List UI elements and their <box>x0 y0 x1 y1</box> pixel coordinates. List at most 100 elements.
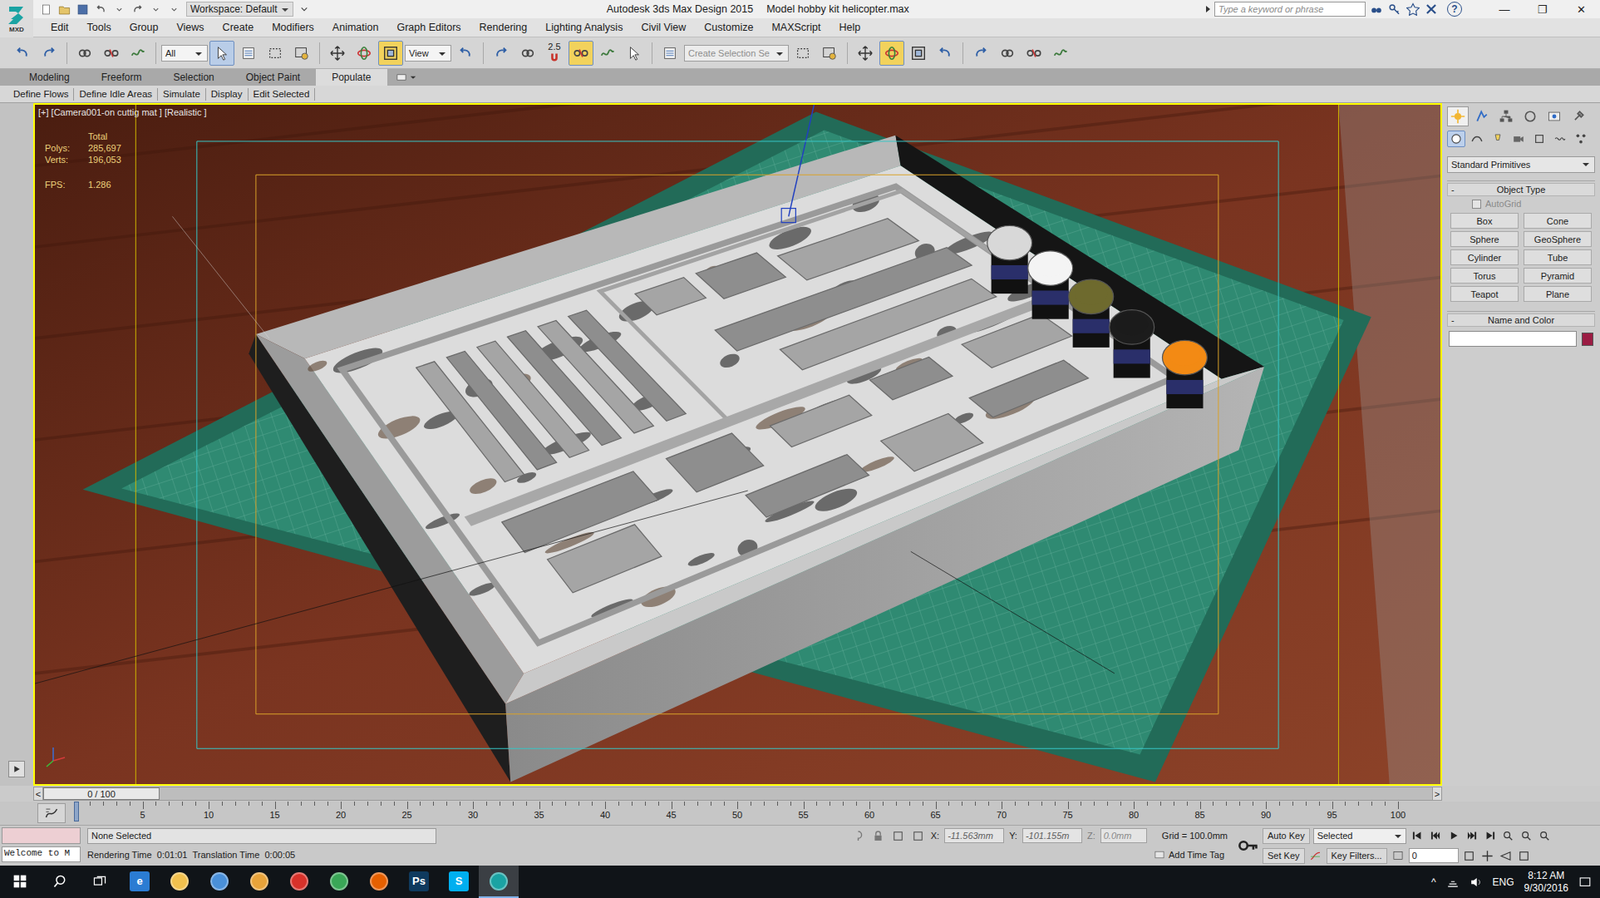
toolbar-dropdown[interactable]: View <box>404 44 452 62</box>
taskbar-app[interactable]: e <box>119 865 160 898</box>
object-type-button[interactable]: Cylinder <box>1450 249 1519 266</box>
viewport-nav-button[interactable] <box>1480 847 1496 863</box>
toolbar-button[interactable] <box>324 40 350 66</box>
toolbar-button[interactable] <box>968 40 994 66</box>
set-key-button[interactable]: Set Key <box>1262 847 1305 864</box>
key-filters-button[interactable]: Key Filters... <box>1326 847 1388 864</box>
object-type-button[interactable]: Box <box>1450 212 1519 229</box>
toolbar-button[interactable] <box>452 40 478 66</box>
quick-access-button[interactable] <box>38 1 54 17</box>
toolbar-button[interactable] <box>262 40 288 66</box>
quick-access-button[interactable] <box>147 1 163 17</box>
tray-chevron[interactable]: ^ <box>1431 876 1437 888</box>
menu-item[interactable]: Lighting Analysis <box>536 19 632 36</box>
ribbon-tab[interactable]: Selection <box>157 68 230 86</box>
toolbar-button[interactable] <box>790 40 816 66</box>
object-type-button[interactable]: Tube <box>1523 249 1592 266</box>
toolbar-button[interactable] <box>289 40 315 66</box>
playback-button[interactable] <box>1409 827 1425 843</box>
status-toggle[interactable] <box>851 827 867 843</box>
name-input[interactable] <box>1448 330 1577 347</box>
listener-output[interactable]: Welcome to M <box>1 846 81 862</box>
menu-item[interactable]: Animation <box>323 19 389 36</box>
viewport-layout-button[interactable] <box>8 760 25 778</box>
quick-access-button[interactable] <box>56 1 72 17</box>
x-field[interactable]: -11.563mm <box>944 827 1005 843</box>
status-toggle[interactable] <box>910 827 926 843</box>
quick-access-button[interactable] <box>166 1 182 17</box>
z-field[interactable]: 0.0mm <box>1100 827 1148 843</box>
category-button[interactable] <box>1509 130 1528 148</box>
ribbon-tab[interactable]: Object Paint <box>230 68 316 86</box>
listener-input[interactable] <box>1 827 81 844</box>
ribbon-item[interactable]: Define Flows <box>8 88 74 101</box>
category-button[interactable] <box>1488 130 1507 148</box>
ribbon-item[interactable]: Simulate <box>157 88 207 101</box>
toolbar-button[interactable] <box>9 40 35 66</box>
taskbar-app[interactable] <box>319 865 360 898</box>
toolbar-button[interactable] <box>905 40 931 66</box>
time-slider-thumb[interactable]: 0 / 100 <box>43 787 160 800</box>
ribbon-item[interactable]: Display <box>206 88 249 101</box>
navigation-button[interactable] <box>1501 827 1517 843</box>
toolbar-button[interactable] <box>72 40 98 66</box>
workspace-dropdown[interactable]: Workspace: Default <box>186 1 294 17</box>
status-toggle[interactable] <box>891 827 906 843</box>
minimize-button[interactable]: — <box>1485 0 1524 19</box>
menu-item[interactable]: Group <box>120 19 168 36</box>
toolbar-dropdown[interactable]: All <box>161 44 208 62</box>
viewport-label[interactable]: [+] [Camera001-on cuttig mat ] [Realisti… <box>38 107 207 118</box>
time-prev-button[interactable]: < <box>33 786 44 801</box>
primitive-type-dropdown[interactable]: Standard Primitives <box>1447 156 1596 173</box>
task-view-button[interactable] <box>79 865 120 898</box>
help-button[interactable]: ? <box>1447 1 1463 17</box>
viewport-nav-button[interactable] <box>1498 847 1514 863</box>
clock[interactable]: 8:12 AM9/30/2016 <box>1524 869 1569 895</box>
toolbar-button[interactable] <box>351 40 377 66</box>
rollout-header[interactable]: -Object Type <box>1447 182 1596 197</box>
object-type-button[interactable]: Sphere <box>1450 231 1519 247</box>
toolbar-options-button[interactable] <box>296 1 312 17</box>
restore-button[interactable]: ❐ <box>1523 0 1562 19</box>
menu-item[interactable]: Modifiers <box>262 19 324 36</box>
menu-item[interactable]: Tools <box>78 19 121 36</box>
taskbar-app[interactable] <box>199 865 240 898</box>
app-logo[interactable]: MXD <box>0 0 34 38</box>
add-time-tag-button[interactable]: Add Time Tag <box>1150 846 1228 862</box>
toolbar-button[interactable] <box>621 40 647 66</box>
quick-access-button[interactable] <box>74 1 90 17</box>
menu-item[interactable]: Edit <box>41 19 79 36</box>
menu-item[interactable]: Help <box>829 19 870 36</box>
object-type-button[interactable]: Cone <box>1523 212 1592 229</box>
curve-editor-button[interactable] <box>37 802 66 823</box>
track-bar[interactable]: 5101520253035404550556065707580859095100 <box>76 801 1399 825</box>
category-button[interactable] <box>1550 130 1570 148</box>
current-frame-marker[interactable] <box>73 801 79 822</box>
search-field[interactable]: Type a keyword or phrase <box>1214 1 1366 17</box>
object-type-button[interactable]: Torus <box>1450 267 1519 284</box>
toolbar-button[interactable] <box>488 40 514 66</box>
object-type-button[interactable]: GeoSphere <box>1523 231 1592 247</box>
ribbon-tab[interactable]: Freeform <box>85 68 158 86</box>
taskbar-app[interactable] <box>279 865 320 898</box>
command-panel-tab[interactable] <box>1567 106 1590 127</box>
category-button[interactable] <box>1447 130 1466 148</box>
playback-button[interactable] <box>1464 827 1480 843</box>
ribbon-tab[interactable]: Modeling <box>13 68 86 86</box>
toolbar-button[interactable] <box>1048 40 1074 66</box>
viewport-nav-button[interactable] <box>1516 847 1532 863</box>
object-type-button[interactable]: Pyramid <box>1523 267 1592 284</box>
category-button[interactable] <box>1571 130 1591 148</box>
toolbar-button[interactable] <box>98 40 124 66</box>
command-panel-tab[interactable] <box>1543 106 1566 127</box>
key-tangent-button[interactable] <box>1308 847 1324 863</box>
ribbon-tab[interactable]: Populate <box>315 68 387 86</box>
menu-item[interactable]: Views <box>167 19 213 36</box>
viewport[interactable]: [+] [Camera001-on cuttig mat ] [Realisti… <box>33 103 1443 786</box>
command-panel-tab[interactable] <box>1447 106 1469 127</box>
search-toggle[interactable] <box>1204 1 1212 17</box>
menu-item[interactable]: Graph Editors <box>387 19 470 36</box>
menu-item[interactable]: Rendering <box>470 19 537 36</box>
current-frame-field[interactable]: 0 <box>1408 847 1459 863</box>
auto-key-button[interactable]: Auto Key <box>1262 827 1310 844</box>
